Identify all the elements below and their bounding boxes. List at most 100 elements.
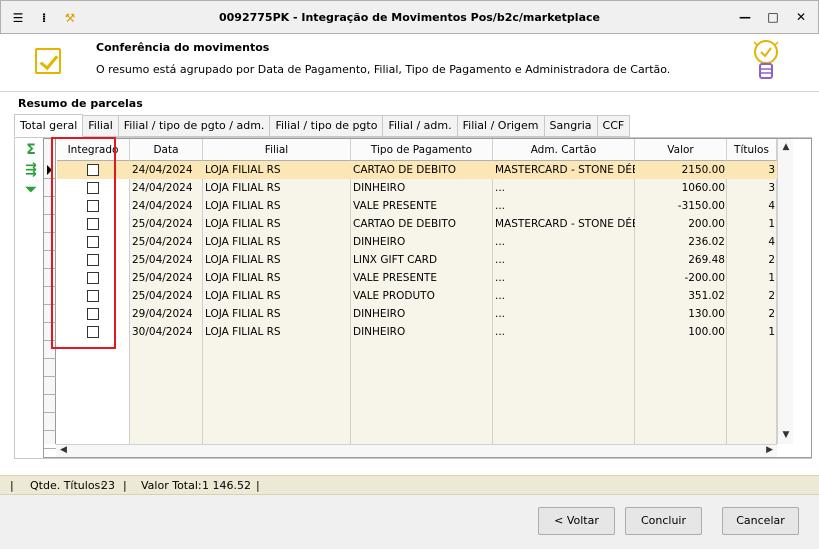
cell-titulos[interactable]: 2 [727, 251, 777, 269]
cell-tipo-pagamento[interactable]: VALE PRESENTE [351, 197, 493, 215]
scroll-right-icon[interactable]: ▶ [766, 445, 773, 455]
integrado-checkbox[interactable] [87, 272, 99, 284]
cell-filial[interactable]: LOJA FILIAL RS [203, 233, 351, 251]
cell-valor[interactable]: 100.00 [635, 323, 727, 341]
cell-titulos[interactable]: 1 [727, 215, 777, 233]
cell-valor[interactable]: 1060.00 [635, 179, 727, 197]
col-tipo-pagamento-header[interactable]: Tipo de Pagamento [351, 139, 493, 161]
tab-filial-tipo-pgto-adm[interactable]: Filial / tipo de pgto / adm. [118, 115, 271, 137]
integrado-checkbox[interactable] [87, 218, 99, 230]
cell-titulos[interactable]: 4 [727, 233, 777, 251]
cell-adm-cartao[interactable]: ... [493, 179, 635, 197]
cell-data[interactable]: 24/04/2024 [130, 197, 203, 215]
cell-tipo-pagamento[interactable]: DINHEIRO [351, 323, 493, 341]
row-header[interactable] [44, 359, 56, 377]
cell-tipo-pagamento[interactable]: DINHEIRO [351, 233, 493, 251]
maximize-button[interactable]: □ [766, 10, 780, 24]
cell-adm-cartao[interactable]: ... [493, 197, 635, 215]
cell-valor[interactable]: 200.00 [635, 215, 727, 233]
cell-titulos[interactable]: 2 [727, 287, 777, 305]
tab-filial-origem[interactable]: Filial / Origem [457, 115, 545, 137]
cell-tipo-pagamento[interactable]: DINHEIRO [351, 305, 493, 323]
row-header[interactable] [44, 197, 56, 215]
col-data-header[interactable]: Data [130, 139, 203, 161]
cell-valor[interactable]: 2150.00 [635, 161, 727, 179]
cell-adm-cartao[interactable]: ... [493, 305, 635, 323]
cell-data[interactable]: 25/04/2024 [130, 215, 203, 233]
cell-valor[interactable]: 269.48 [635, 251, 727, 269]
cell-filial[interactable]: LOJA FILIAL RS [203, 161, 351, 179]
filter-icon[interactable]: ⏷ [23, 182, 39, 198]
cell-data[interactable]: 30/04/2024 [130, 323, 203, 341]
cell-adm-cartao[interactable]: ... [493, 251, 635, 269]
cell-filial[interactable]: LOJA FILIAL RS [203, 251, 351, 269]
row-header[interactable] [44, 377, 56, 395]
cell-filial[interactable]: LOJA FILIAL RS [203, 215, 351, 233]
scroll-up-icon[interactable]: ▲ [778, 142, 794, 152]
integrado-checkbox[interactable] [87, 164, 99, 176]
cell-valor[interactable]: 351.02 [635, 287, 727, 305]
cell-data[interactable]: 29/04/2024 [130, 305, 203, 323]
row-header[interactable] [44, 233, 56, 251]
tab-sangria[interactable]: Sangria [544, 115, 598, 137]
scroll-down-icon[interactable]: ▼ [778, 430, 794, 440]
row-header[interactable] [44, 431, 56, 449]
scroll-left-icon[interactable]: ◀ [60, 445, 67, 455]
cell-data[interactable]: 24/04/2024 [130, 161, 203, 179]
cell-titulos[interactable]: 3 [727, 179, 777, 197]
cell-titulos[interactable]: 3 [727, 161, 777, 179]
tab-total-geral[interactable]: Total geral [14, 114, 84, 137]
cell-data[interactable]: 25/04/2024 [130, 251, 203, 269]
cell-titulos[interactable]: 4 [727, 197, 777, 215]
cell-valor[interactable]: -3150.00 [635, 197, 727, 215]
integrado-checkbox[interactable] [87, 182, 99, 194]
cell-tipo-pagamento[interactable]: CARTAO DE DEBITO [351, 215, 493, 233]
col-integrado-header[interactable]: Integrado [57, 139, 130, 161]
row-header[interactable] [44, 251, 56, 269]
integrado-checkbox[interactable] [87, 200, 99, 212]
vertical-scrollbar[interactable]: ▲ ▼ [777, 139, 793, 444]
row-header[interactable] [44, 215, 56, 233]
integrado-checkbox[interactable] [87, 254, 99, 266]
cell-tipo-pagamento[interactable]: DINHEIRO [351, 179, 493, 197]
integrado-checkbox[interactable] [87, 236, 99, 248]
cell-adm-cartao[interactable]: ... [493, 323, 635, 341]
row-header[interactable] [44, 305, 56, 323]
cell-tipo-pagamento[interactable]: VALE PRESENTE [351, 269, 493, 287]
col-filial-header[interactable]: Filial [203, 139, 351, 161]
cell-titulos[interactable]: 1 [727, 269, 777, 287]
sum-icon[interactable]: Σ [23, 142, 39, 158]
cell-tipo-pagamento[interactable]: CARTAO DE DEBITO [351, 161, 493, 179]
integrado-checkbox[interactable] [87, 290, 99, 302]
col-titulos-header[interactable]: Títulos [727, 139, 777, 161]
col-adm-cartao-header[interactable]: Adm. Cartão [493, 139, 635, 161]
cell-valor[interactable]: -200.00 [635, 269, 727, 287]
cell-adm-cartao[interactable]: MASTERCARD - STONE DÉBI [493, 161, 635, 179]
cell-valor[interactable]: 236.02 [635, 233, 727, 251]
cell-data[interactable]: 25/04/2024 [130, 269, 203, 287]
cell-filial[interactable]: LOJA FILIAL RS [203, 287, 351, 305]
cell-filial[interactable]: LOJA FILIAL RS [203, 323, 351, 341]
cell-filial[interactable]: LOJA FILIAL RS [203, 179, 351, 197]
cell-adm-cartao[interactable]: ... [493, 233, 635, 251]
cell-titulos[interactable]: 2 [727, 305, 777, 323]
cell-tipo-pagamento[interactable]: VALE PRODUTO [351, 287, 493, 305]
tab-ccf[interactable]: CCF [597, 115, 631, 137]
row-header[interactable] [44, 341, 56, 359]
cell-filial[interactable]: LOJA FILIAL RS [203, 269, 351, 287]
row-header[interactable] [44, 179, 56, 197]
row-header[interactable] [44, 395, 56, 413]
tab-filial[interactable]: Filial [83, 115, 119, 137]
row-header[interactable] [44, 161, 56, 179]
row-header[interactable] [44, 269, 56, 287]
close-button[interactable]: ✕ [794, 10, 808, 24]
cell-adm-cartao[interactable]: MASTERCARD - STONE DÉBI [493, 215, 635, 233]
cell-filial[interactable]: LOJA FILIAL RS [203, 197, 351, 215]
finish-button[interactable]: Concluir [625, 507, 702, 535]
row-header[interactable] [44, 323, 56, 341]
cell-tipo-pagamento[interactable]: LINX GIFT CARD [351, 251, 493, 269]
tab-filial-tipo-pgto[interactable]: Filial / tipo de pgto [270, 115, 384, 137]
horizontal-scrollbar[interactable]: ◀ ▶ [56, 444, 777, 457]
row-header[interactable] [44, 413, 56, 431]
cell-data[interactable]: 25/04/2024 [130, 233, 203, 251]
